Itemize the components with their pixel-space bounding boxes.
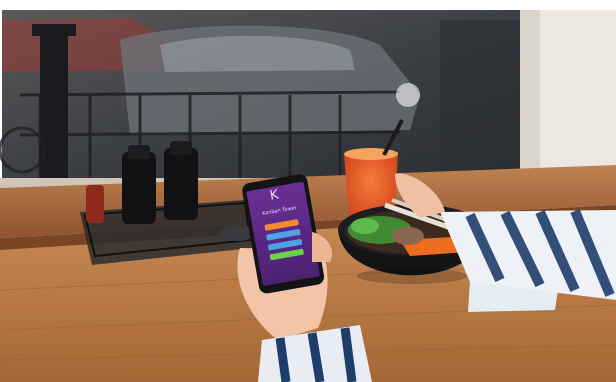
restaurant-photo: K Kanban Tower <box>0 0 616 382</box>
app-logo: K <box>268 187 280 204</box>
photo-canvas <box>0 0 616 382</box>
